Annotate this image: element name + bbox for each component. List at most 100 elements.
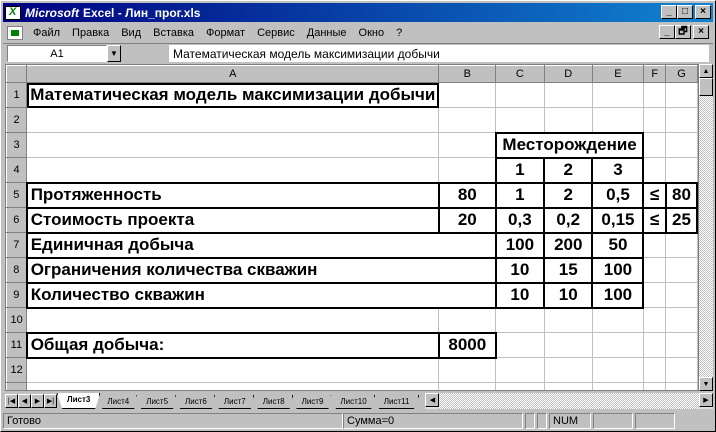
- cell-a11[interactable]: Общая добыча:: [25, 331, 440, 359]
- cell-g6[interactable]: 25: [664, 206, 698, 234]
- cell-c13[interactable]: [495, 382, 545, 390]
- cell-d5[interactable]: 2: [543, 181, 594, 209]
- spreadsheet-grid[interactable]: A B C D E F G 1 Математическая модель ма…: [5, 64, 699, 391]
- col-header-d[interactable]: D: [543, 65, 593, 83]
- title-bar[interactable]: Microsoft Excel - Лин_прог.xls _ □ ×: [3, 3, 713, 22]
- menu-help[interactable]: ?: [390, 27, 408, 39]
- doc-close-button[interactable]: ×: [693, 25, 709, 39]
- cell-d12[interactable]: [543, 357, 593, 383]
- cell-a9[interactable]: Количество скважин: [25, 281, 497, 309]
- cell-e5[interactable]: 0,5: [591, 181, 645, 209]
- row-header-1[interactable]: 1: [6, 82, 28, 108]
- cell-b6[interactable]: 20: [437, 206, 497, 234]
- cell-c8[interactable]: 10: [494, 256, 546, 284]
- cell-c10[interactable]: [495, 307, 545, 333]
- horizontal-scroll-track[interactable]: [439, 392, 699, 409]
- cell-g1[interactable]: [665, 82, 698, 108]
- cell-c1[interactable]: [495, 82, 545, 108]
- row-header-8[interactable]: 8: [6, 257, 28, 283]
- cell-b3[interactable]: [438, 132, 497, 158]
- row-header-11[interactable]: 11: [6, 332, 28, 358]
- cell-b2[interactable]: [438, 107, 497, 133]
- cell-a13[interactable]: [26, 382, 440, 390]
- cell-g8[interactable]: [665, 257, 698, 283]
- cell-f7[interactable]: [642, 232, 667, 258]
- cell-c7[interactable]: 100: [494, 231, 546, 259]
- cell-b10[interactable]: [438, 307, 497, 333]
- row-header-4[interactable]: 4: [6, 157, 28, 183]
- cell-e6[interactable]: 0,15: [591, 206, 645, 234]
- formula-input[interactable]: Математическая модель максимизации добыч…: [169, 45, 709, 62]
- cell-c6[interactable]: 0,3: [494, 206, 546, 234]
- cell-g2[interactable]: [665, 107, 698, 133]
- cell-b5[interactable]: 80: [437, 181, 497, 209]
- cell-g5[interactable]: 80: [664, 181, 698, 209]
- workbook-icon[interactable]: [7, 25, 23, 40]
- menu-edit[interactable]: Правка: [66, 27, 115, 39]
- cell-g7[interactable]: [665, 232, 698, 258]
- cell-f3[interactable]: [642, 132, 667, 158]
- cell-g3[interactable]: [665, 132, 698, 158]
- row-header-5[interactable]: 5: [6, 182, 28, 208]
- doc-restore-button[interactable]: 🗗: [675, 25, 691, 39]
- maximize-button[interactable]: □: [677, 5, 693, 19]
- cell-c2[interactable]: [495, 107, 545, 133]
- cell-d6[interactable]: 0,2: [543, 206, 594, 234]
- row-header-2[interactable]: 2: [6, 107, 28, 133]
- cell-e12[interactable]: [591, 357, 644, 383]
- sheet-tab-3[interactable]: Лист3: [57, 393, 101, 409]
- cell-d7[interactable]: 200: [543, 231, 594, 259]
- name-box-dropdown-icon[interactable]: ▼: [107, 45, 121, 62]
- menu-data[interactable]: Данные: [301, 27, 353, 39]
- cell-f9[interactable]: [642, 282, 667, 308]
- cell-e8[interactable]: 100: [591, 256, 645, 284]
- cell-d13[interactable]: [543, 382, 593, 390]
- cell-b1[interactable]: [438, 82, 497, 108]
- sheet-tab-6[interactable]: Лист6: [175, 395, 217, 409]
- cell-e2[interactable]: [591, 107, 644, 133]
- cell-c5[interactable]: 1: [494, 181, 546, 209]
- sheet-tab-11[interactable]: Лист11: [373, 395, 420, 409]
- cell-b11[interactable]: 8000: [437, 331, 497, 359]
- cell-a5[interactable]: Протяженность: [25, 181, 440, 209]
- row-header-7[interactable]: 7: [6, 232, 28, 258]
- vertical-scrollbar[interactable]: ▲ ▼: [699, 64, 713, 391]
- cell-b12[interactable]: [438, 357, 497, 383]
- select-all-corner[interactable]: [6, 65, 28, 83]
- cell-e1[interactable]: [591, 82, 644, 108]
- col-header-g[interactable]: G: [665, 65, 698, 83]
- cell-f12[interactable]: [642, 357, 667, 383]
- cell-d10[interactable]: [543, 307, 593, 333]
- cell-a12[interactable]: [26, 357, 440, 383]
- cell-f10[interactable]: [642, 307, 667, 333]
- menu-file[interactable]: Файл: [27, 27, 66, 39]
- col-header-b[interactable]: B: [438, 65, 497, 83]
- sheet-tab-4[interactable]: Лист4: [97, 395, 140, 409]
- row-header-10[interactable]: 10: [6, 307, 28, 333]
- cell-e13[interactable]: [591, 382, 644, 390]
- sheet-tab-5[interactable]: Лист5: [136, 395, 179, 409]
- cell-g4[interactable]: [665, 157, 698, 183]
- cell-a4[interactable]: [26, 157, 440, 183]
- cell-e11[interactable]: [591, 332, 644, 358]
- sheet-tab-10[interactable]: Лист10: [330, 395, 377, 409]
- cell-f11[interactable]: [642, 332, 667, 358]
- cell-e10[interactable]: [591, 307, 644, 333]
- name-box[interactable]: A1: [7, 45, 107, 62]
- cell-f8[interactable]: [642, 257, 667, 283]
- row-header-9[interactable]: 9: [6, 282, 28, 308]
- menu-view[interactable]: Вид: [115, 27, 147, 39]
- cell-c4[interactable]: 1: [494, 156, 546, 184]
- menu-window[interactable]: Окно: [353, 27, 391, 39]
- cell-d11[interactable]: [543, 332, 593, 358]
- cell-f13[interactable]: [642, 382, 667, 390]
- cell-e7[interactable]: 50: [591, 231, 645, 259]
- row-header-13[interactable]: 13: [6, 382, 28, 390]
- cell-d2[interactable]: [543, 107, 593, 133]
- cell-f6[interactable]: ≤: [642, 206, 667, 234]
- cell-a1[interactable]: Математическая модель максимизации добыч…: [26, 82, 440, 108]
- scroll-down-icon[interactable]: ▼: [699, 377, 713, 391]
- cell-a7[interactable]: Единичная добыча: [25, 231, 497, 259]
- doc-minimize-button[interactable]: _: [659, 25, 675, 39]
- cell-g10[interactable]: [665, 307, 698, 333]
